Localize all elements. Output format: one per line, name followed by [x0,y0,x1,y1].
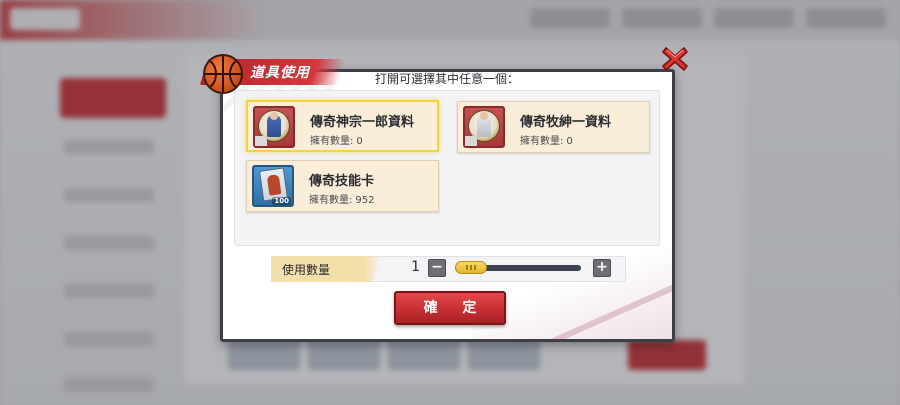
close-button[interactable] [660,44,690,74]
item-option-legend-skill-card[interactable]: 100 傳奇技能卡 擁有數量: 952 [246,160,439,212]
legend-maki-shinichi-icon [463,106,505,148]
item-count-value: 952 [355,195,375,206]
item-option-legend-maki[interactable]: 傳奇牧紳一資料 擁有數量: 0 [457,101,650,153]
dialog-instruction: 打開可選擇其中任意一個： [374,72,519,86]
legend-skill-card-icon: 100 [252,165,294,207]
item-name: 傳奇神宗一郎資料 [310,115,415,130]
quantity-decrease-button[interactable]: − [428,259,446,277]
item-option-legend-jin[interactable]: 傳奇神宗一郎資料 擁有數量: 0 [246,100,439,152]
item-name: 傳奇牧紳一資料 [520,115,612,130]
legend-jin-soichiro-icon [253,106,295,148]
item-count-label: 擁有數量: [520,136,564,147]
quantity-slider-handle[interactable] [455,261,487,274]
item-count: 擁有數量: 0 [520,132,573,147]
quantity-label: 使用數量 [282,263,331,277]
item-name: 傳奇技能卡 [309,174,375,189]
quantity-increase-button[interactable]: + [593,259,611,277]
close-icon [662,47,688,71]
item-icon-badge: 100 [272,197,291,205]
item-count-value: 0 [566,136,573,147]
quantity-value: 1 [411,259,420,275]
item-count-label: 擁有數量: [310,136,354,147]
confirm-button[interactable]: 確 定 [394,291,506,325]
item-count: 擁有數量: 0 [310,132,363,147]
item-count-label: 擁有數量: [309,195,353,206]
item-count: 擁有數量: 952 [309,191,374,206]
item-count-value: 0 [356,136,363,147]
